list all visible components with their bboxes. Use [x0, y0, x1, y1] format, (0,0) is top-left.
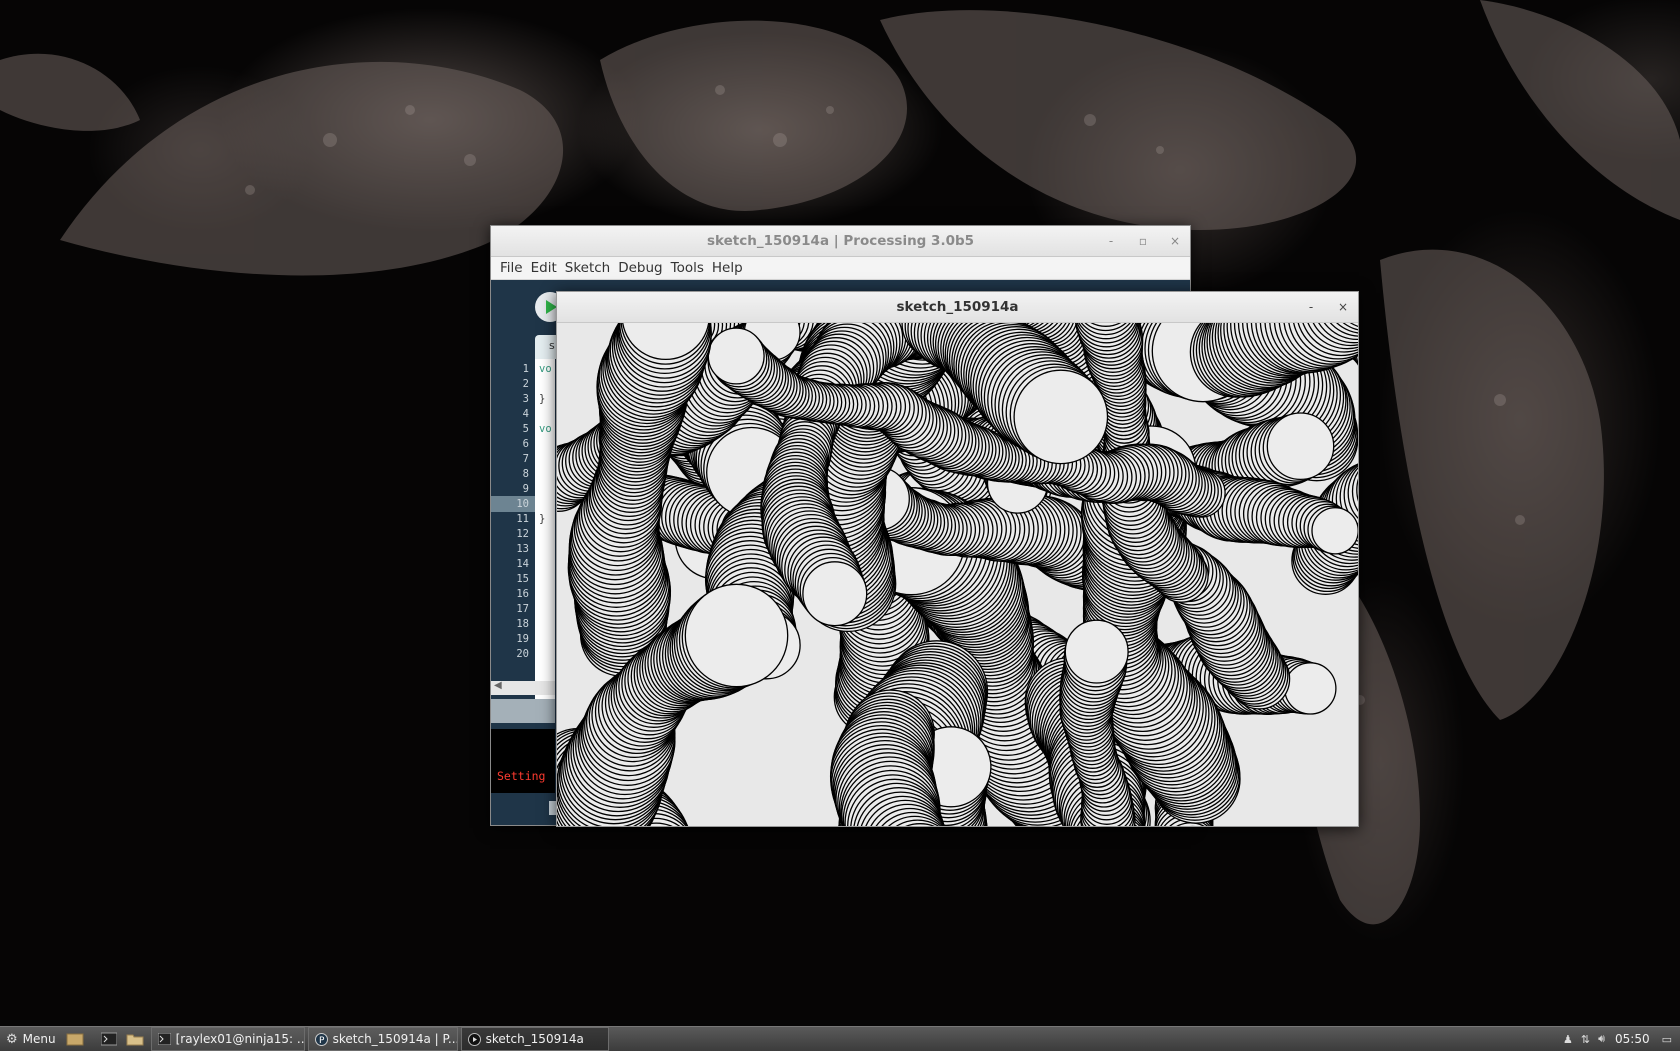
- line-number: 6: [523, 438, 529, 450]
- start-menu-button[interactable]: ⚙ Menu: [0, 1027, 62, 1051]
- line-number: 1: [523, 363, 529, 375]
- generative-tubes-artwork: [557, 323, 1358, 826]
- user-icon[interactable]: ♟: [1563, 1033, 1573, 1046]
- java-app-icon: [468, 1033, 481, 1046]
- sketch-canvas[interactable]: [557, 323, 1358, 826]
- line-number: 17: [516, 603, 529, 615]
- menu-sketch[interactable]: Sketch: [565, 260, 610, 276]
- ide-menubar: File Edit Sketch Debug Tools Help: [491, 257, 1190, 280]
- taskbar: ⚙ Menu [raylex01@ninja15: ... P sketch_1…: [0, 1026, 1680, 1051]
- console-footer: [491, 793, 555, 825]
- console-area[interactable]: Setting: [491, 729, 555, 793]
- sketch-titlebar[interactable]: sketch_150914a - ×: [557, 292, 1358, 323]
- terminal-launcher-icon[interactable]: [98, 1030, 120, 1048]
- line-number: 19: [516, 633, 529, 645]
- line-number: 2: [523, 378, 529, 390]
- minimize-icon[interactable]: -: [1302, 298, 1320, 316]
- menu-file[interactable]: File: [500, 260, 523, 276]
- task-terminal[interactable]: [raylex01@ninja15: ...: [151, 1027, 305, 1051]
- line-number: 3: [523, 393, 529, 405]
- line-number: 4: [523, 408, 529, 420]
- code-line: vo: [539, 363, 552, 375]
- close-icon[interactable]: ×: [1166, 232, 1184, 250]
- ide-titlebar[interactable]: sketch_150914a | Processing 3.0b5 - ▫ ×: [491, 226, 1190, 257]
- line-number: 13: [516, 543, 529, 555]
- line-number: 10: [516, 498, 529, 510]
- scroll-left-arrow-icon[interactable]: ◀: [494, 680, 502, 691]
- minimize-icon[interactable]: -: [1102, 232, 1120, 250]
- network-icon[interactable]: ⇅: [1581, 1033, 1590, 1046]
- maximize-icon[interactable]: ▫: [1134, 232, 1152, 250]
- code-line: vo: [539, 423, 552, 435]
- menu-help[interactable]: Help: [712, 260, 743, 276]
- line-number: 8: [523, 468, 529, 480]
- show-desktop-tray-icon[interactable]: ▭: [1662, 1033, 1672, 1046]
- task-label: sketch_150914a: [486, 1032, 584, 1046]
- menu-edit[interactable]: Edit: [531, 260, 557, 276]
- task-label: sketch_150914a | P...: [333, 1032, 458, 1046]
- terminal-icon: [158, 1033, 171, 1046]
- line-number: 12: [516, 528, 529, 540]
- clock[interactable]: 05:50: [1615, 1032, 1650, 1046]
- line-number: 16: [516, 588, 529, 600]
- show-desktop-icon[interactable]: [64, 1030, 86, 1048]
- code-line: }: [539, 393, 545, 405]
- line-number-gutter: 1234567891011121314151617181920: [491, 359, 535, 704]
- processing-icon: P: [315, 1033, 328, 1046]
- gear-icon: ⚙: [6, 1032, 18, 1047]
- horizontal-scrollbar[interactable]: ◀: [491, 681, 555, 695]
- file-manager-launcher-icon[interactable]: [124, 1030, 146, 1048]
- line-number: 11: [516, 513, 529, 525]
- line-number: 15: [516, 573, 529, 585]
- task-label: [raylex01@ninja15: ...: [176, 1032, 305, 1046]
- system-tray: ♟ ⇅ 🔊︎ 05:50 ▭: [1559, 1032, 1680, 1046]
- line-number: 7: [523, 453, 529, 465]
- sketch-window: sketch_150914a - ×: [556, 291, 1359, 827]
- editor-status-bar: [491, 699, 555, 723]
- code-line: }: [539, 513, 545, 525]
- close-icon[interactable]: ×: [1334, 298, 1352, 316]
- code-editor[interactable]: vo} vo}: [535, 359, 555, 704]
- volume-icon[interactable]: 🔊︎: [1598, 1032, 1605, 1046]
- console-message: Setting: [497, 769, 545, 783]
- ide-window-title: sketch_150914a | Processing 3.0b5: [707, 233, 974, 249]
- line-number: 18: [516, 618, 529, 630]
- line-number: 14: [516, 558, 529, 570]
- task-processing-ide[interactable]: P sketch_150914a | P...: [308, 1027, 458, 1051]
- line-number: 5: [523, 423, 529, 435]
- svg-text:P: P: [319, 1036, 325, 1046]
- start-menu-label: Menu: [23, 1032, 56, 1046]
- menu-debug[interactable]: Debug: [618, 260, 662, 276]
- line-number: 20: [516, 648, 529, 660]
- task-sketch[interactable]: sketch_150914a: [461, 1027, 609, 1051]
- line-number: 9: [523, 483, 529, 495]
- sketch-window-title: sketch_150914a: [896, 299, 1018, 315]
- menu-tools[interactable]: Tools: [671, 260, 704, 276]
